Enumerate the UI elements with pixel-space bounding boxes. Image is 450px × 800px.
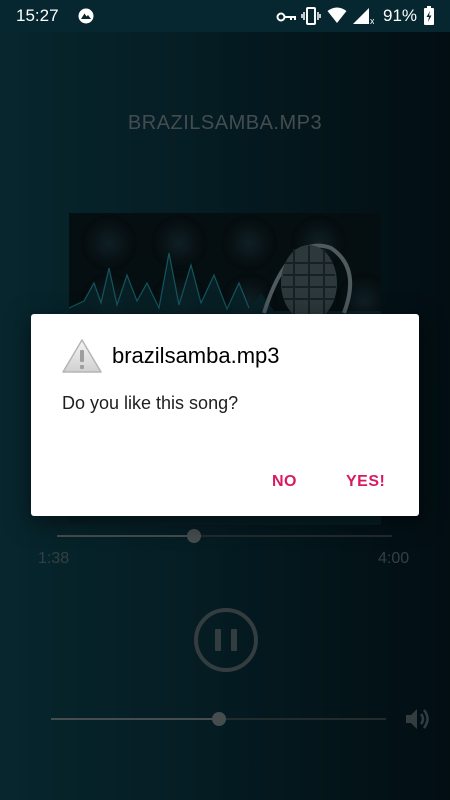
dialog-title: brazilsamba.mp3 — [112, 343, 280, 368]
battery-percent: 91% — [383, 6, 418, 25]
no-button[interactable]: NO — [272, 473, 297, 491]
svg-text:x: x — [370, 16, 374, 25]
vibrate-icon — [301, 7, 321, 25]
rating-dialog: brazilsamba.mp3 Do you like this song? N… — [31, 314, 419, 516]
vpn-key-icon — [276, 12, 296, 22]
battery-charging-icon — [424, 6, 434, 25]
signal-icon: x — [353, 8, 374, 25]
wifi-icon — [327, 7, 347, 23]
status-time: 15:27 — [16, 6, 59, 25]
dialog-message: Do you like this song? — [62, 393, 239, 413]
warning-icon — [62, 339, 102, 373]
status-bar: 15:27 x 91% — [0, 0, 450, 32]
app-notification-icon — [78, 8, 94, 24]
yes-button[interactable]: YES! — [346, 473, 385, 491]
